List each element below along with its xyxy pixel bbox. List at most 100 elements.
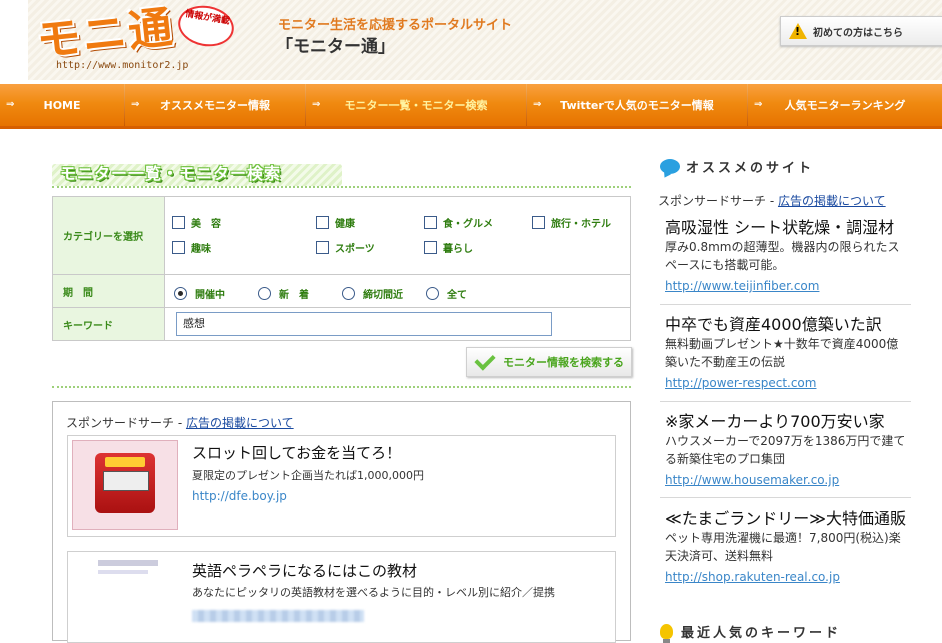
nav-item-monitor-list[interactable]: ⇒ モニター一覧・モニター検索	[306, 84, 526, 126]
category-sports[interactable]: スポーツ	[316, 240, 375, 255]
checkbox[interactable]	[172, 216, 185, 229]
keyword-input[interactable]: 感想	[176, 312, 552, 336]
radio-button[interactable]	[426, 287, 439, 300]
search-button-label: モニター情報を検索する	[503, 356, 624, 369]
nav-item-recommended[interactable]: ⇒ オススメモニター情報	[125, 84, 305, 126]
ad-url[interactable]: http://dfe.boy.jp	[192, 489, 287, 503]
first-time-button[interactable]: 初めての方はこちら	[780, 16, 942, 46]
main-nav: ⇒ HOME ⇒ オススメモニター情報 ⇒ モニター一覧・モニター検索 ⇒ Tw…	[0, 84, 942, 129]
period-ongoing[interactable]: 開催中	[174, 286, 225, 301]
ad-title[interactable]: 英語ペラペラになるにはこの教材	[192, 560, 417, 581]
sponsor-prefix: スポンサードサーチ -	[658, 194, 778, 208]
divider	[660, 304, 911, 305]
ad-url-blurred[interactable]	[192, 610, 364, 622]
check-icon	[474, 349, 496, 371]
heading-text: 最近人気のキーワード	[681, 626, 842, 641]
option-label: 開催中	[195, 290, 225, 301]
option-label: 趣味	[191, 244, 211, 255]
option-label: 健康	[335, 219, 355, 230]
category-options	[164, 196, 631, 275]
category-living[interactable]: 暮らし	[424, 240, 473, 255]
search-button[interactable]: モニター情報を検索する	[466, 347, 632, 377]
recommend-heading: オススメのサイト	[660, 157, 814, 176]
sidebar-ad-description: 厚み0.8mmの超薄型。機器内の限られたスペースにも搭載可能。	[665, 240, 900, 272]
arrow-right-icon: ⇒	[533, 99, 542, 110]
checkbox[interactable]	[424, 241, 437, 254]
sidebar-sponsor-line: スポンサードサーチ - 広告の掲載について	[658, 192, 886, 209]
lightbulb-icon	[660, 624, 673, 643]
checkbox[interactable]	[532, 216, 545, 229]
period-label: 期 間	[52, 274, 165, 308]
logo-text: モニ通	[34, 1, 177, 68]
keyword-heading: 最近人気のキーワード	[660, 622, 842, 643]
sidebar-ad-url[interactable]: http://www.housemaker.co.jp	[665, 473, 839, 487]
divider	[660, 497, 911, 498]
period-new[interactable]: 新 着	[258, 286, 309, 301]
nav-item-label: オススメモニター情報	[160, 99, 270, 112]
radio-button[interactable]	[174, 287, 187, 300]
section-title-text: モニター一覧・モニター検索	[60, 164, 282, 183]
category-travel[interactable]: 旅行・ホテル	[532, 215, 611, 230]
ad-item[interactable]: スロット回してお金を当てろ！ 夏限定のプレゼント企画当たれば1,000,000円…	[67, 435, 616, 537]
sidebar-ad-url[interactable]: http://www.teijinfiber.com	[665, 279, 819, 293]
sidebar-ad-title[interactable]: 中卒でも資産4000億築いた訳	[665, 311, 882, 335]
ad-item[interactable]: 英語ペラペラになるにはこの教材 あなたにピッタリの英語教材を選べるように目的・レ…	[67, 551, 616, 643]
nav-item-ranking[interactable]: ⇒ 人気モニターランキング	[748, 84, 942, 126]
slot-banner	[105, 457, 145, 467]
option-label: スポーツ	[335, 244, 375, 255]
ad-policy-link[interactable]: 広告の掲載について	[778, 194, 886, 208]
slot-window	[103, 471, 149, 491]
nav-item-home[interactable]: ⇒ HOME	[0, 84, 124, 126]
divider	[660, 401, 911, 402]
period-closing-soon[interactable]: 締切間近	[342, 286, 403, 301]
ad-description: 夏限定のプレゼント企画当たれば1,000,000円	[192, 469, 424, 482]
logo-url: http://www.monitor2.jp	[56, 60, 189, 71]
slot-machine-thumbnail[interactable]	[72, 440, 178, 530]
speech-bubble-icon	[660, 159, 680, 174]
option-label: 食・グルメ	[443, 219, 493, 230]
ad-thumbnail[interactable]	[98, 560, 158, 566]
divider	[52, 386, 631, 388]
checkbox[interactable]	[172, 241, 185, 254]
sidebar-ad-title[interactable]: 高吸湿性 シート状乾燥・調湿材	[665, 214, 894, 238]
arrow-right-icon: ⇒	[131, 99, 140, 110]
sidebar-ad-url[interactable]: http://shop.rakuten-real.co.jp	[665, 570, 840, 584]
nav-item-label: 人気モニターランキング	[784, 99, 906, 112]
sidebar-ad-description: 無料動画プレゼント★十数年で資産4000億築いた不動産王の伝説	[665, 337, 899, 369]
site-header: モニ通 情報が満載 http://www.monitor2.jp モニター生活を…	[0, 0, 942, 84]
ad-title[interactable]: スロット回してお金を当てろ！	[192, 442, 401, 463]
category-label: カテゴリーを選択	[52, 196, 165, 275]
category-food[interactable]: 食・グルメ	[424, 215, 493, 230]
ad-policy-link[interactable]: 広告の掲載について	[186, 416, 294, 430]
radio-button[interactable]	[258, 287, 271, 300]
slot-machine-image	[95, 453, 155, 513]
radio-button[interactable]	[342, 287, 355, 300]
category-beauty[interactable]: 美 容	[172, 215, 221, 230]
site-tagline: モニター生活を応援するポータルサイト	[278, 18, 513, 33]
period-all[interactable]: 全て	[426, 286, 467, 301]
sidebar-ad-title[interactable]: ≪たまごランドリー≫大特価通販	[665, 505, 906, 529]
sidebar-ad-description: ハウスメーカーで2097万を1386万円で建てる新築住宅のプロ集団	[665, 434, 906, 466]
checkbox[interactable]	[316, 216, 329, 229]
arrow-right-icon: ⇒	[312, 99, 321, 110]
site-name: 「モニター通」	[276, 37, 395, 57]
sidebar-ad-title[interactable]: ※家メーカーより700万安い家	[665, 408, 885, 432]
warning-icon	[789, 23, 807, 39]
category-hobby[interactable]: 趣味	[172, 240, 211, 255]
heading-text: オススメのサイト	[686, 161, 815, 176]
sponsor-line: スポンサードサーチ - 広告の掲載について	[66, 414, 294, 431]
nav-item-twitter-popular[interactable]: ⇒ Twitterで人気のモニター情報	[527, 84, 747, 126]
nav-item-label: モニター一覧・モニター検索	[344, 99, 488, 112]
option-label: 暮らし	[443, 244, 473, 255]
section-title: モニター一覧・モニター検索	[52, 156, 632, 190]
option-label: 新 着	[279, 290, 309, 301]
checkbox[interactable]	[316, 241, 329, 254]
category-health[interactable]: 健康	[316, 215, 355, 230]
ad-description: あなたにピッタリの英語教材を選べるように目的・レベル別に紹介／提携	[192, 586, 555, 599]
first-time-label: 初めての方はこちら	[813, 27, 903, 39]
sidebar-ad-url[interactable]: http://power-respect.com	[665, 376, 816, 390]
keyword-label: キーワード	[52, 307, 165, 341]
checkbox[interactable]	[424, 216, 437, 229]
option-label: 全て	[447, 290, 467, 301]
site-logo[interactable]: モニ通 情報が満載 http://www.monitor2.jp	[28, 0, 258, 78]
